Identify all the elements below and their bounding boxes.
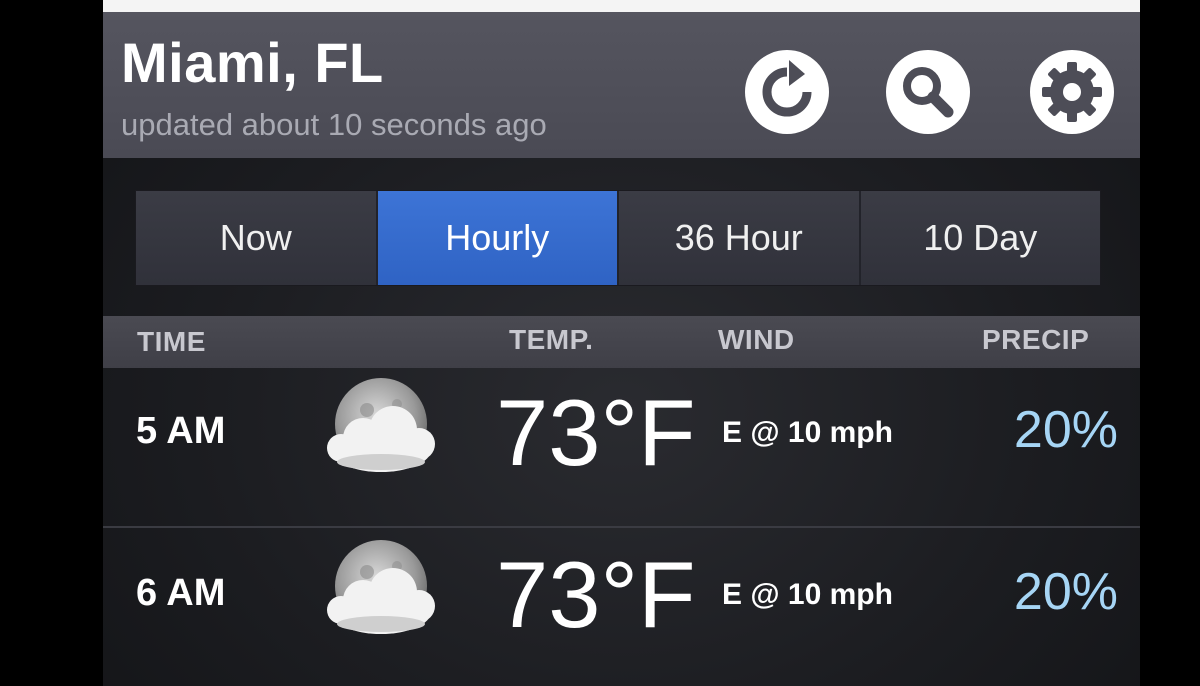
table-row[interactable]: 5 AM 73°F E @ 10 mph 20%: [103, 368, 1140, 528]
column-header: TIME TEMP. WIND PRECIP: [103, 316, 1140, 368]
location-header: Miami, FL updated about 10 seconds ago: [103, 12, 1140, 158]
status-strip: [103, 0, 1140, 12]
row-wind: E @ 10 mph: [722, 578, 893, 611]
city-title: Miami, FL: [121, 31, 384, 94]
partly-cloudy-night-icon: [327, 378, 435, 472]
search-button[interactable]: [886, 50, 970, 134]
tab-now[interactable]: Now: [136, 191, 378, 285]
tab-36-hour[interactable]: 36 Hour: [619, 191, 861, 285]
row-temp: 73°F: [496, 542, 696, 647]
row-precip: 20%: [1013, 401, 1118, 459]
gear-icon: [1042, 62, 1102, 122]
tab-hourly[interactable]: Hourly: [377, 191, 619, 285]
column-precip: PRECIP: [982, 324, 1090, 355]
column-time: TIME: [137, 326, 206, 357]
forecast-tabs: Now Hourly 36 Hour 10 Day: [135, 190, 1101, 286]
settings-button[interactable]: [1030, 50, 1114, 134]
refresh-icon: [762, 60, 812, 117]
row-wind: E @ 10 mph: [722, 416, 893, 449]
row-time: 6 AM: [136, 572, 226, 614]
column-wind: WIND: [718, 324, 795, 355]
weather-app: Miami, FL updated about 10 seconds ago N…: [103, 0, 1140, 686]
updated-status: updated about 10 seconds ago: [121, 107, 547, 142]
partly-cloudy-night-icon: [327, 540, 435, 634]
row-temp: 73°F: [496, 380, 696, 485]
refresh-button[interactable]: [745, 50, 829, 134]
row-time: 5 AM: [136, 410, 226, 452]
row-precip: 20%: [1013, 563, 1118, 621]
table-row[interactable]: 6 AM 73°F E @ 10 mph 20%: [103, 530, 1140, 686]
tab-10-day[interactable]: 10 Day: [860, 191, 1100, 285]
search-icon: [903, 67, 954, 118]
column-temp: TEMP.: [509, 324, 594, 355]
